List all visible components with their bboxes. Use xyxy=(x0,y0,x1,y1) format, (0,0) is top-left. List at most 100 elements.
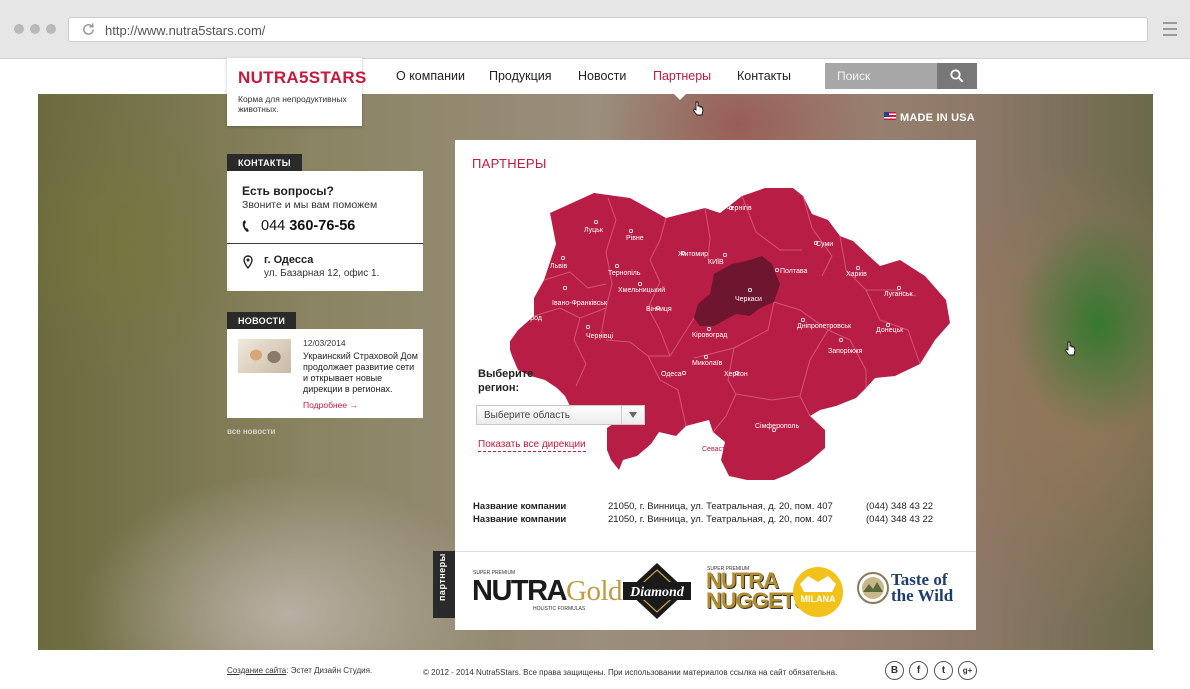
search-button[interactable] xyxy=(937,63,977,89)
map-label[interactable]: Житомир xyxy=(678,251,708,258)
map-label[interactable]: Полтава xyxy=(780,268,808,275)
region-select[interactable]: Выберите область xyxy=(476,405,645,425)
map-label[interactable]: Донецьк xyxy=(876,327,904,334)
map-label[interactable]: Чернівці xyxy=(586,332,614,340)
nav-item-contacts[interactable]: Контакты xyxy=(737,69,791,83)
map-label[interactable]: Черкаси xyxy=(735,296,762,303)
map-label[interactable]: Одеса xyxy=(661,371,682,378)
nutragold-text-b: Gold xyxy=(566,575,623,607)
choose-region-label: Выберите регион: xyxy=(478,367,533,395)
nutragold-subtitle: HOLISTIC FORMULAS xyxy=(533,606,586,612)
twitter-icon[interactable]: t xyxy=(934,661,953,680)
contacts-subtitle: Звоните и мы вам поможем xyxy=(242,199,378,211)
map-label[interactable]: Миколаїв xyxy=(692,360,723,367)
brand-taste-of-the-wild[interactable]: Taste of the Wild xyxy=(855,552,970,631)
brands-tag: партнеры xyxy=(433,551,455,618)
logo-name: NUTRA5STARS xyxy=(238,68,367,87)
all-news-link[interactable]: все новости xyxy=(227,427,275,436)
window-dot[interactable] xyxy=(30,24,40,34)
company-name: Название компании xyxy=(473,514,567,525)
brand-nutra-nuggets[interactable]: SUPER PREMIUM NUTRA NUGGETS xyxy=(695,552,809,631)
nav-item-about[interactable]: О компании xyxy=(396,69,465,83)
address-bar[interactable]: http://www.nutra5stars.com/ xyxy=(68,17,1148,42)
map-label[interactable]: Севастополь xyxy=(702,446,745,453)
map-label[interactable]: Хмельницький xyxy=(618,286,665,294)
url-text[interactable]: http://www.nutra5stars.com/ xyxy=(105,23,265,38)
window-dot[interactable] xyxy=(14,24,24,34)
panel-title: ПАРТНЕРЫ xyxy=(472,156,547,171)
brand-nutragold[interactable]: SUPER PREMIUM NUTRAGold HOLISTIC FORMULA… xyxy=(455,552,623,631)
news-text[interactable]: Украинский Страховой Дом продолжает разв… xyxy=(303,351,418,395)
news-more-link[interactable]: Подробнее → xyxy=(303,400,358,410)
nav-item-products[interactable]: Продукция xyxy=(489,69,552,83)
nav-item-news[interactable]: Новости xyxy=(578,69,626,83)
search-input[interactable] xyxy=(825,63,937,89)
company-address: 21050, г. Винница, ул. Театральная, д. 2… xyxy=(608,514,833,525)
developer-link[interactable]: Создание сайта xyxy=(227,666,286,675)
contacts-city: г. Одесса xyxy=(264,254,314,266)
window-controls[interactable] xyxy=(14,24,56,34)
show-all-directorates-link[interactable]: Показать все дирекции xyxy=(478,439,586,452)
milana-logo-text: MILANA xyxy=(801,594,836,604)
map-label[interactable]: Харків xyxy=(846,270,867,278)
table-row: Название компании 21050, г. Винница, ул.… xyxy=(473,501,953,514)
map-label[interactable]: Тернопіль xyxy=(608,269,641,277)
company-phone: (044) 348 43 22 xyxy=(866,514,934,525)
window-dot[interactable] xyxy=(46,24,56,34)
table-row: Название компании 21050, г. Винница, ул.… xyxy=(473,514,953,527)
made-in-text: MADE IN USA xyxy=(900,112,975,124)
company-address: 21050, г. Винница, ул. Театральная, д. 2… xyxy=(608,501,833,512)
news-card: 12/03/2014 Украинский Страховой Дом прод… xyxy=(227,329,423,418)
map-label[interactable]: Луцьк xyxy=(584,227,604,234)
chevron-down-icon xyxy=(629,412,637,418)
map-label[interactable]: Чернігів xyxy=(726,204,752,212)
map-label[interactable]: Суми xyxy=(816,241,833,248)
hand-cursor-icon xyxy=(1064,341,1076,356)
developer-name: : Эстет Дизайн Студия. xyxy=(286,666,373,675)
map-label[interactable]: Ужгород xyxy=(515,315,542,322)
reload-icon[interactable] xyxy=(81,22,96,37)
brands-strip: SUPER PREMIUM NUTRAGold HOLISTIC FORMULA… xyxy=(455,551,976,630)
map-label[interactable]: Кіровоград xyxy=(692,331,727,339)
map-label[interactable]: Івано-Франківськ xyxy=(552,299,608,307)
map-label[interactable]: Луганськ xyxy=(884,291,913,298)
contacts-divider xyxy=(227,243,423,244)
search-box xyxy=(825,63,977,89)
map-label[interactable]: Запоріжжя xyxy=(828,347,863,355)
diamond-logo-text: Diamond xyxy=(629,585,685,600)
brand-milana[interactable]: MILANA xyxy=(792,566,844,618)
map-label[interactable]: Вінниця xyxy=(646,305,672,313)
map-label[interactable]: Дніпропетровськ xyxy=(797,322,852,330)
brand-diamond[interactable]: Diamond xyxy=(623,561,691,621)
company-name: Название компании xyxy=(473,501,567,512)
google-plus-icon[interactable]: g+ xyxy=(958,661,977,680)
site-logo[interactable]: NUTRA5STARS Корма для непродуктивных жив… xyxy=(227,58,366,126)
phone-code: 044 xyxy=(261,218,286,234)
phone-number: 360-76-56 xyxy=(289,218,356,234)
taste-of-the-wild-logo: Taste of the Wild xyxy=(891,571,954,605)
contacts-phone[interactable]: 044 360-76-56 xyxy=(261,218,355,234)
phone-icon xyxy=(242,220,249,232)
news-thumbnail[interactable] xyxy=(238,339,291,373)
footer-copyright: © 2012 - 2014 Nutra5Stars. Все права защ… xyxy=(423,668,838,677)
map-label[interactable]: Рівне xyxy=(626,234,644,242)
brands-tag-text: партнеры xyxy=(437,553,447,601)
facebook-icon[interactable]: f xyxy=(909,661,928,680)
map-label[interactable]: КИЇВ xyxy=(708,258,724,266)
region-select-value: Выберите область xyxy=(484,410,571,421)
vk-icon[interactable]: B xyxy=(885,661,904,680)
ukraine-map[interactable]: Чернігів Луцьк Рівне Суми Житомир КИЇВ Л… xyxy=(510,180,970,480)
taste-text-b: the Wild xyxy=(891,586,954,605)
contacts-address: ул. Базарная 12, офис 1. xyxy=(264,268,380,279)
logo-tagline: Корма для непродуктивных животных. xyxy=(238,94,347,114)
nutragold-logo: NUTRAGold xyxy=(472,575,623,608)
choose-label-line1: Выберите xyxy=(478,368,534,380)
browser-menu-icon[interactable] xyxy=(1163,22,1177,36)
usa-flag-icon xyxy=(884,112,896,120)
footer-developer: Создание сайта: Эстет Дизайн Студия. xyxy=(227,666,372,675)
map-label[interactable]: Херсон xyxy=(724,371,748,378)
hand-cursor-icon xyxy=(692,101,704,116)
map-label[interactable]: Сімферополь xyxy=(755,422,799,430)
nav-item-partners[interactable]: Партнеры xyxy=(653,69,711,83)
map-label[interactable]: Львів xyxy=(550,262,568,270)
